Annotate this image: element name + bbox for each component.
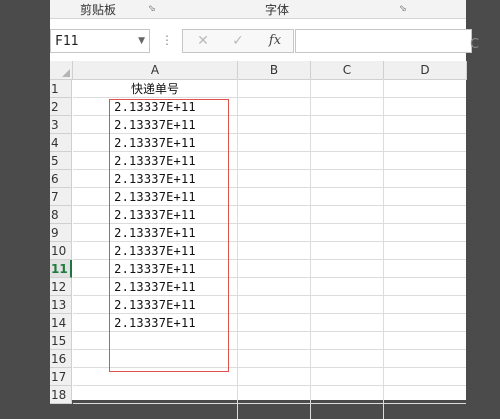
row-header[interactable]: 18: [50, 386, 72, 404]
row-header[interactable]: 15: [50, 332, 72, 350]
row-header[interactable]: 14: [50, 314, 72, 332]
row-header[interactable]: 7: [50, 188, 72, 206]
row-header[interactable]: 12: [50, 278, 72, 296]
formula-bar: F11 ▼ ⋮ ✕ ✓ fx: [50, 29, 472, 53]
spreadsheet-window: 剪贴板 ⬂ 字体 ⬂ F11 ▼ ⋮ ✕ ✓ fx A B C D 123456…: [50, 0, 472, 419]
row-header[interactable]: 13: [50, 296, 72, 314]
chevron-down-icon[interactable]: ▼: [138, 36, 145, 46]
row-header[interactable]: 5: [50, 152, 72, 170]
column-header-a[interactable]: A: [73, 61, 238, 80]
cancel-icon[interactable]: ✕: [190, 31, 216, 51]
row-header[interactable]: 4: [50, 134, 72, 152]
column-header-b[interactable]: B: [238, 61, 311, 80]
ribbon-group-labels: 剪贴板 ⬂ 字体 ⬂: [50, 0, 466, 19]
header-cell[interactable]: 快递单号: [73, 80, 237, 98]
clipboard-group-label: 剪贴板: [80, 3, 117, 17]
select-all-button[interactable]: [50, 61, 73, 80]
formula-bar-overflow-letter: C: [470, 37, 480, 52]
row-header[interactable]: 2: [50, 98, 72, 116]
column-header-d[interactable]: D: [384, 61, 467, 80]
insert-function-icon[interactable]: fx: [262, 31, 288, 51]
column-header-c[interactable]: C: [311, 61, 384, 80]
formula-input[interactable]: [295, 29, 472, 53]
row-header[interactable]: 6: [50, 170, 72, 188]
font-group-label: 字体: [265, 3, 290, 17]
enter-icon[interactable]: ✓: [225, 31, 251, 51]
row-header[interactable]: 10: [50, 242, 72, 260]
table-cell[interactable]: [73, 386, 237, 404]
row-header[interactable]: 16: [50, 350, 72, 368]
row-header[interactable]: 1: [50, 80, 72, 98]
row-header[interactable]: 9: [50, 224, 72, 242]
column-gridline: [383, 79, 384, 419]
select-all-icon: [62, 69, 70, 77]
highlight-box: [109, 99, 229, 372]
font-launcher-icon[interactable]: ⬂: [399, 4, 407, 14]
row-header[interactable]: 8: [50, 206, 72, 224]
clipboard-launcher-icon[interactable]: ⬂: [148, 4, 156, 14]
row-header[interactable]: 11: [50, 260, 72, 278]
column-gridline: [237, 79, 238, 419]
column-gridline: [310, 79, 311, 419]
ribbon-gap: [50, 19, 466, 29]
drag-handle-icon[interactable]: ⋮: [161, 33, 173, 47]
name-box[interactable]: F11 ▼: [50, 29, 150, 53]
name-box-value: F11: [55, 34, 79, 49]
row-header[interactable]: 3: [50, 116, 72, 134]
row-header[interactable]: 17: [50, 368, 72, 386]
